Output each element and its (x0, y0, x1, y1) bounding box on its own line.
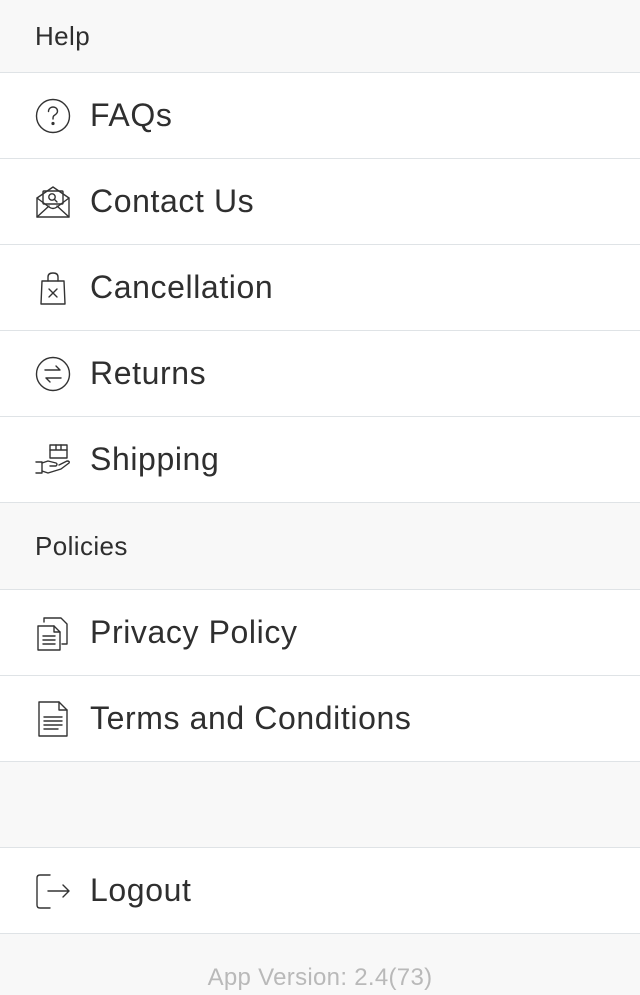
menu-item-terms-and-conditions[interactable]: Terms and Conditions (0, 676, 640, 762)
logout-button[interactable]: Logout (0, 848, 640, 934)
menu-item-label: Terms and Conditions (90, 700, 412, 736)
menu-item-contact-us[interactable]: Contact Us (0, 159, 640, 245)
hand-package-icon (34, 441, 72, 479)
help-menu-screen: Help FAQs Contact Us Cancellation Return… (0, 0, 640, 995)
menu-item-faqs[interactable]: FAQs (0, 73, 640, 159)
menu-item-label: Contact Us (90, 183, 255, 219)
menu-item-label: FAQs (90, 97, 173, 133)
menu-item-shipping[interactable]: Shipping (0, 417, 640, 503)
document-lines-icon (34, 700, 72, 738)
menu-item-label: Shipping (90, 441, 220, 477)
app-version-text: App Version: 2.4(73) (207, 964, 433, 991)
menu-item-label: Cancellation (90, 269, 274, 305)
bag-cancel-icon (34, 269, 72, 307)
section-header-policies: Policies (0, 503, 640, 590)
return-arrows-icon (34, 355, 72, 393)
menu-item-label: Privacy Policy (90, 614, 298, 650)
documents-icon (34, 614, 72, 652)
section-title-policies: Policies (35, 530, 128, 561)
section-header-help: Help (0, 0, 640, 73)
menu-item-cancellation[interactable]: Cancellation (0, 245, 640, 331)
menu-item-privacy-policy[interactable]: Privacy Policy (0, 590, 640, 676)
logout-label: Logout (90, 872, 192, 908)
section-title-help: Help (35, 20, 91, 51)
logout-icon (34, 872, 72, 910)
menu-item-returns[interactable]: Returns (0, 331, 640, 417)
spacer (0, 762, 640, 848)
question-circle-icon (34, 97, 72, 135)
envelope-search-icon (34, 183, 72, 221)
menu-item-label: Returns (90, 355, 207, 391)
